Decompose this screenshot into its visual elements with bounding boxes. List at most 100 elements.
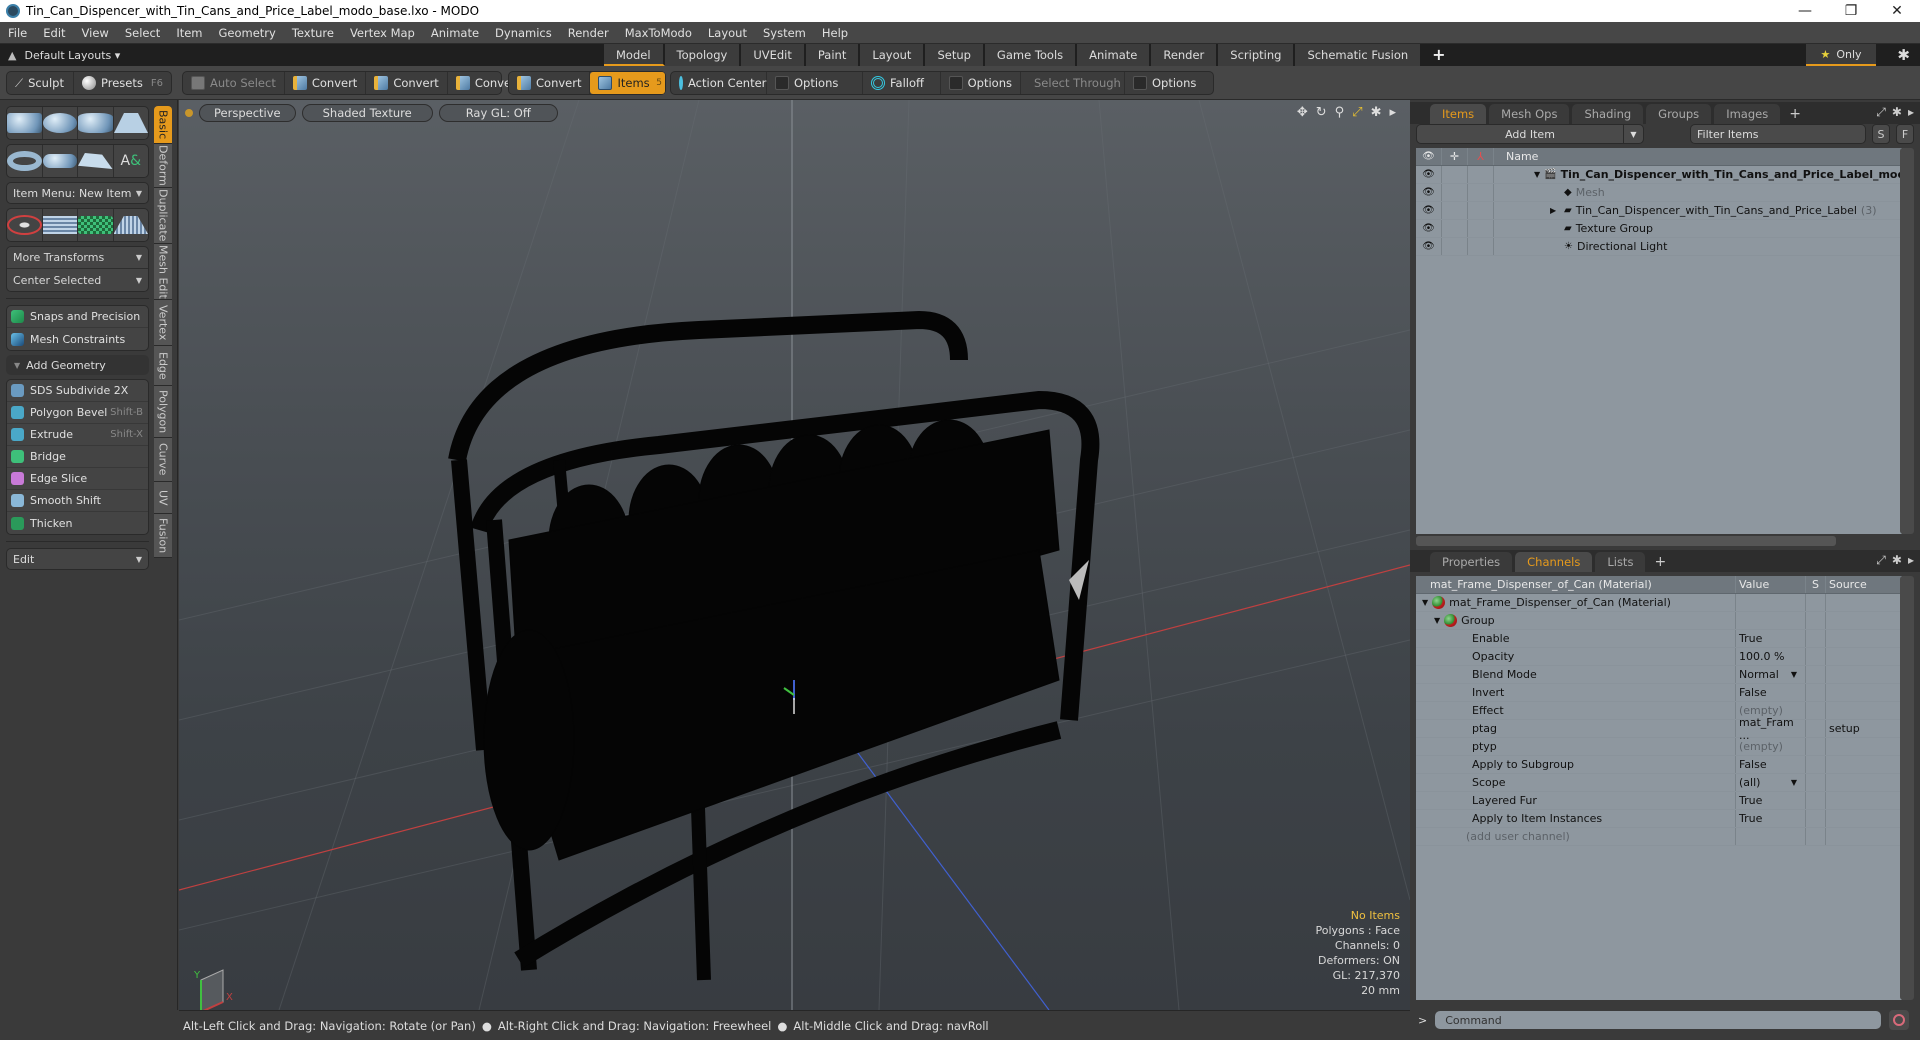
vtab-curve[interactable]: Curve: [154, 438, 172, 482]
expand-triangle-icon[interactable]: ▼: [1434, 616, 1440, 625]
add-panel-tab-button[interactable]: +: [1783, 104, 1807, 124]
more-transforms-dropdown[interactable]: More Transforms ▼: [7, 247, 148, 269]
items-scrollbar[interactable]: [1900, 148, 1914, 534]
add-panel-tab-button[interactable]: +: [1648, 552, 1672, 572]
channel-value[interactable]: False: [1736, 756, 1806, 773]
panel-tab-channels[interactable]: Channels: [1515, 552, 1593, 572]
expand-triangle-icon[interactable]: ▼: [1534, 170, 1540, 179]
convert-vertices-button[interactable]: Convert: [285, 72, 367, 94]
panel-tab-items[interactable]: Items: [1430, 104, 1487, 124]
channel-value[interactable]: Normal ▼: [1736, 666, 1806, 683]
uv-grid-tool[interactable]: [42, 209, 78, 241]
tool-extrude[interactable]: Extrude Shift-X: [7, 424, 148, 446]
restore-button[interactable]: ❐: [1828, 0, 1874, 22]
layout-up-arrow-icon[interactable]: ▲: [8, 49, 16, 62]
item-tree-row[interactable]: 👁 ☀ Directional Light: [1416, 238, 1902, 256]
sphere-tool[interactable]: [42, 107, 78, 139]
channel-value[interactable]: False: [1736, 684, 1806, 701]
sculpt-button[interactable]: ⟋ Sculpt: [7, 72, 75, 94]
s-filter-button[interactable]: S: [1872, 124, 1890, 144]
item-tree-row[interactable]: 👁 ▶ ▰ Tin_Can_Dispencer_with_Tin_Cans_and_P…: [1416, 202, 1902, 220]
chevron-down-icon[interactable]: ▼: [1791, 778, 1797, 787]
perspective-grid-tool[interactable]: [113, 209, 148, 241]
panel-tab-shading[interactable]: Shading: [1572, 104, 1644, 124]
channel-row-invert[interactable]: Invert False: [1416, 684, 1902, 702]
record-macro-button[interactable]: [1889, 1010, 1910, 1030]
name-column-header[interactable]: Name: [1494, 150, 1902, 163]
channel-row-enable[interactable]: Enable True: [1416, 630, 1902, 648]
channel-row-apply-to-subgroup[interactable]: Apply to Subgroup False: [1416, 756, 1902, 774]
tool-bridge[interactable]: Bridge: [7, 446, 148, 468]
layout-tab-paint[interactable]: Paint: [805, 44, 861, 66]
item-tree-row[interactable]: 👁 ▼ 🎬 Tin_Can_Dispencer_with_Tin_Cans_and_P…: [1416, 166, 1902, 184]
filter-items-input[interactable]: Filter Items: [1690, 124, 1866, 144]
tool-sds-subdivide-2x[interactable]: SDS Subdivide 2X: [7, 380, 148, 402]
items-hscroll[interactable]: [1416, 536, 1836, 546]
channel-row-effect[interactable]: Effect (empty): [1416, 702, 1902, 720]
shading-mode-button[interactable]: Shaded Texture: [301, 104, 433, 122]
mesh-constraints-button[interactable]: Mesh Constraints: [7, 328, 148, 350]
add-user-channel-label[interactable]: (add user channel): [1416, 828, 1736, 845]
3d-viewport[interactable]: Y X Z Perspective Shaded Texture Ray GL:…: [179, 100, 1410, 1010]
channel-value[interactable]: True: [1736, 792, 1806, 809]
tool-polygon-bevel[interactable]: Polygon Bevel Shift-B: [7, 402, 148, 424]
select-options-button[interactable]: Options: [1125, 72, 1204, 94]
action-center-button[interactable]: Action Center: [671, 72, 767, 94]
channels-scrollbar[interactable]: [1900, 576, 1914, 1000]
convert-edges-button[interactable]: Convert: [366, 72, 448, 94]
add-user-channel-row[interactable]: (add user channel): [1416, 828, 1902, 846]
select-through-button[interactable]: Select Through: [1021, 72, 1125, 94]
viewport-gear-icon[interactable]: ✱: [1371, 105, 1382, 120]
menu-select[interactable]: Select: [117, 26, 168, 40]
channel-row-blend-mode[interactable]: Blend Mode Normal ▼: [1416, 666, 1902, 684]
chevron-down-icon[interactable]: ▼: [1791, 670, 1797, 679]
snaps-precision-button[interactable]: Snaps and Precision: [7, 306, 148, 328]
eye-icon[interactable]: 👁: [1416, 202, 1442, 219]
menu-help[interactable]: Help: [814, 26, 856, 40]
transform-tool[interactable]: [7, 209, 43, 241]
tin-can-dispenser-model[interactable]: [448, 310, 1100, 981]
menu-geometry[interactable]: Geometry: [211, 26, 284, 40]
menu-dynamics[interactable]: Dynamics: [487, 26, 560, 40]
f-filter-button[interactable]: F: [1896, 124, 1914, 144]
axis-column-icon[interactable]: ⅄: [1468, 148, 1494, 165]
menu-animate[interactable]: Animate: [423, 26, 487, 40]
vtab-vertex[interactable]: Vertex: [154, 300, 172, 346]
edit-dropdown[interactable]: Edit ▼: [6, 548, 149, 570]
expand-triangle-icon[interactable]: ▶: [1550, 206, 1560, 215]
expand-right-icon[interactable]: ▸: [1908, 105, 1914, 120]
lock-column-icon[interactable]: ✛: [1442, 148, 1468, 165]
expand-right-icon[interactable]: ▸: [1389, 105, 1396, 120]
channel-row-ptag[interactable]: ptag mat_Fram ... setup: [1416, 716, 1902, 742]
vtab-polygon[interactable]: Polygon: [154, 386, 172, 438]
channel-value[interactable]: True: [1736, 810, 1806, 827]
menu-maxtomodo[interactable]: MaxToModo: [617, 26, 700, 40]
eye-icon[interactable]: 👁: [1416, 220, 1442, 237]
channel-value[interactable]: 100.0 %: [1736, 648, 1806, 665]
command-input[interactable]: Command: [1435, 1011, 1882, 1029]
channel-value[interactable]: (empty): [1736, 738, 1806, 755]
fit-icon[interactable]: ⤢: [1352, 105, 1362, 120]
vtab-deform[interactable]: Deform: [154, 144, 172, 188]
minimize-button[interactable]: —: [1782, 0, 1828, 22]
vtab-uv[interactable]: UV: [154, 482, 172, 514]
menu-layout[interactable]: Layout: [700, 26, 755, 40]
falloff-options-button[interactable]: Options: [941, 72, 1021, 94]
menu-render[interactable]: Render: [560, 26, 617, 40]
tool-smooth-shift[interactable]: Smooth Shift: [7, 490, 148, 512]
menu-file[interactable]: File: [0, 26, 35, 40]
panel-tab-images[interactable]: Images: [1714, 104, 1781, 124]
vtab-edge[interactable]: Edge: [154, 346, 172, 386]
panel-gear-icon[interactable]: ✱: [1892, 105, 1902, 120]
chevron-down-icon[interactable]: ▼: [1623, 125, 1643, 143]
scene-canvas[interactable]: Y X Z: [179, 100, 1410, 1010]
convert-items-button[interactable]: Convert: [509, 72, 591, 94]
channel-row-apply-to-item-instances[interactable]: Apply to Item Instances True: [1416, 810, 1902, 828]
expand-triangle-icon[interactable]: ▼: [1422, 598, 1428, 607]
vtab-fusion[interactable]: Fusion: [154, 514, 172, 558]
add-geometry-section[interactable]: ▼ Add Geometry: [6, 355, 149, 375]
menu-texture[interactable]: Texture: [284, 26, 342, 40]
channel-value[interactable]: True: [1736, 630, 1806, 647]
layout-tab-model[interactable]: Model: [604, 44, 665, 66]
cone-tool[interactable]: [113, 107, 148, 139]
